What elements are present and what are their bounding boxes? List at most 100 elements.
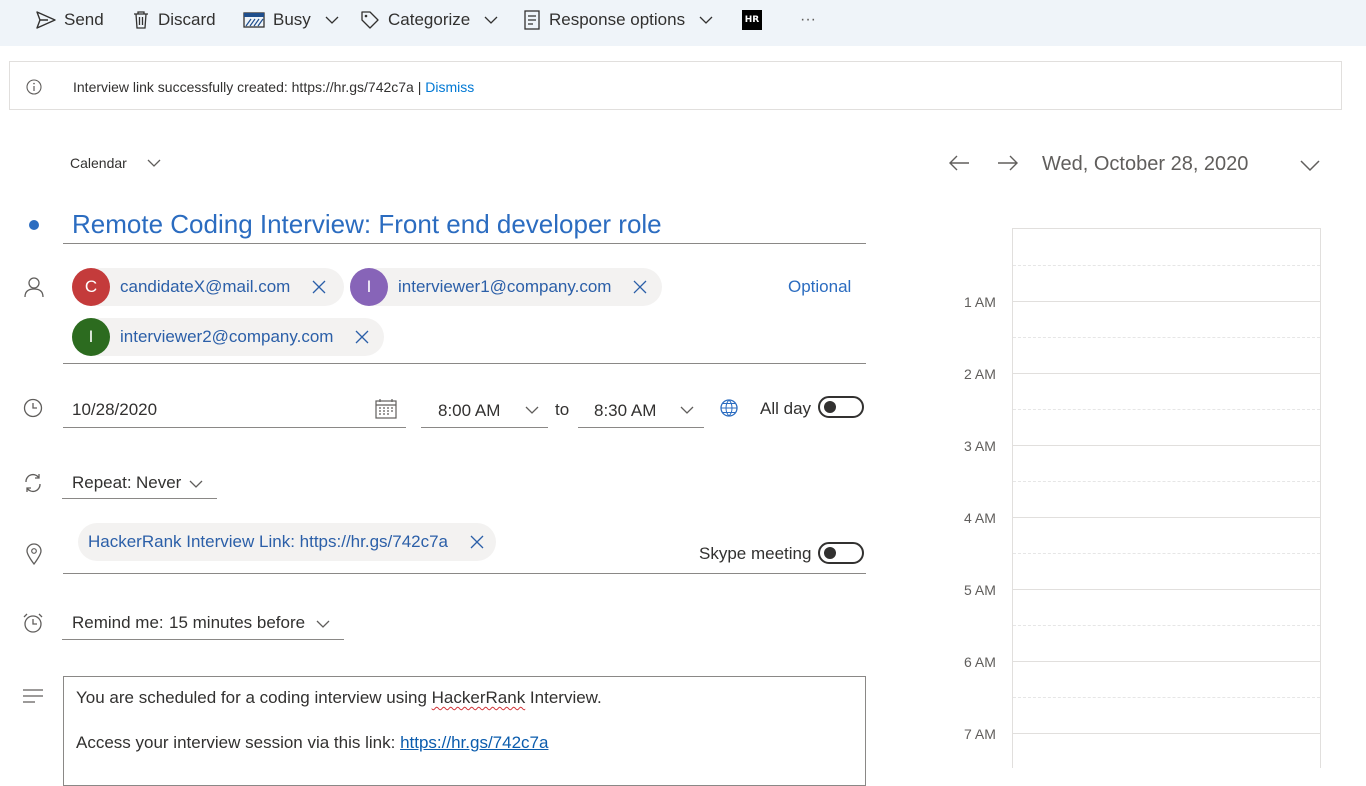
calendar-color-dot	[29, 220, 39, 230]
skype-meeting-label: Skype meeting	[699, 544, 812, 563]
avatar: I	[72, 318, 110, 356]
attendee-chip[interactable]: I interviewer2@company.com	[72, 318, 384, 356]
busy-dropdown[interactable]: Busy	[243, 0, 339, 40]
close-icon[interactable]	[470, 535, 484, 549]
all-day-label: All day	[760, 399, 812, 418]
dismiss-link[interactable]: Dismiss	[425, 79, 474, 95]
hour-line	[1013, 661, 1320, 662]
half-hour-line	[1013, 481, 1320, 482]
close-icon[interactable]	[355, 330, 369, 344]
interview-link[interactable]: https://hr.gs/742c7a	[400, 733, 548, 752]
chevron-down-icon	[147, 159, 161, 167]
avatar-initial: I	[366, 277, 372, 296]
reminder-value: 15 minutes before	[169, 613, 306, 632]
body-line-1-suffix: Interview.	[525, 688, 602, 707]
all-day-toggle[interactable]	[818, 396, 864, 418]
trash-icon	[134, 11, 148, 29]
hour-line	[1013, 445, 1320, 446]
attendees-underline	[63, 363, 866, 364]
hour-label: 5 AM	[964, 582, 996, 598]
skype-meeting-toggle[interactable]	[818, 542, 864, 564]
hackerrank-addin-button[interactable]: HR	[742, 10, 762, 30]
discard-label: Discard	[158, 10, 216, 29]
event-title-input[interactable]: Remote Coding Interview: Front end devel…	[72, 209, 662, 240]
body-line-2: Access your interview session via this l…	[76, 733, 548, 753]
hour-label: 2 AM	[964, 366, 996, 382]
body-line-1-prefix: You are scheduled for a coding interview…	[76, 688, 432, 707]
banner-message-text: Interview link successfully created: htt…	[73, 79, 426, 95]
clock-icon	[23, 398, 43, 418]
half-hour-line	[1013, 409, 1320, 410]
start-date-input[interactable]: 10/28/2020	[72, 400, 157, 420]
half-hour-line	[1013, 697, 1320, 698]
close-icon[interactable]	[312, 280, 326, 294]
location-pin-icon	[26, 543, 42, 565]
end-time-underline	[578, 427, 704, 428]
start-time-underline	[421, 427, 548, 428]
avatar: C	[72, 268, 110, 306]
end-time-dropdown[interactable]: 8:30 AM	[578, 399, 704, 427]
hackerrank-logo-text: HR	[744, 15, 760, 25]
hour-label: 1 AM	[964, 294, 996, 310]
attendee-chip[interactable]: C candidateX@mail.com	[72, 268, 344, 306]
half-hour-line	[1013, 265, 1320, 266]
info-icon	[26, 79, 42, 95]
chevron-down-icon	[525, 406, 539, 414]
optional-attendees-link[interactable]: Optional	[788, 277, 851, 297]
chevron-down-icon[interactable]	[1300, 160, 1320, 172]
hour-label: 4 AM	[964, 510, 996, 526]
location-underline	[63, 573, 866, 574]
chevron-down-icon	[325, 16, 339, 24]
send-icon	[36, 11, 56, 29]
reminder-underline	[62, 639, 344, 640]
busy-label: Busy	[273, 10, 311, 29]
close-icon[interactable]	[633, 280, 647, 294]
arrow-right-icon[interactable]	[997, 154, 1019, 172]
hour-line	[1013, 733, 1320, 734]
banner-message: Interview link successfully created: htt…	[73, 79, 474, 95]
repeat-dropdown[interactable]: Repeat: Never	[62, 470, 217, 498]
event-body-editor[interactable]: You are scheduled for a coding interview…	[63, 676, 866, 786]
avatar-initial: I	[88, 327, 94, 346]
date-underline	[63, 427, 406, 428]
spellcheck-word: HackerRank	[431, 688, 526, 707]
command-bar: Send Discard Busy Categorize Response op…	[0, 0, 1366, 46]
avatar: I	[350, 268, 388, 306]
title-underline	[63, 243, 866, 244]
calendar-date-label: Wed, October 28, 2020	[1042, 153, 1249, 175]
attendee-email: candidateX@mail.com	[120, 277, 291, 296]
discard-button[interactable]: Discard	[132, 0, 216, 40]
day-view-grid[interactable]	[1012, 228, 1321, 768]
hour-line	[1013, 228, 1320, 229]
categorize-dropdown[interactable]: Categorize	[360, 0, 498, 40]
half-hour-line	[1013, 337, 1320, 338]
attendee-chip[interactable]: I interviewer1@company.com	[350, 268, 662, 306]
avatar-initial: C	[84, 277, 98, 296]
arrow-left-icon[interactable]	[948, 154, 970, 172]
calendar-icon[interactable]	[375, 399, 397, 419]
chevron-down-icon	[189, 480, 203, 488]
end-time-value: 8:30 AM	[594, 401, 657, 420]
time-zone-icon[interactable]	[719, 398, 739, 418]
chevron-down-icon	[680, 406, 694, 414]
chevron-down-icon	[316, 620, 330, 628]
calendar-selector[interactable]: Calendar	[70, 155, 161, 171]
send-button[interactable]: Send	[36, 0, 104, 40]
tag-icon	[361, 11, 379, 29]
body-line-2-prefix: Access your interview session via this l…	[76, 733, 401, 752]
more-options-button[interactable]: ···	[800, 0, 816, 40]
attendee-email: interviewer1@company.com	[398, 277, 612, 296]
busy-icon	[243, 12, 265, 28]
response-options-dropdown[interactable]: Response options	[523, 0, 713, 40]
hour-label: 6 AM	[964, 654, 996, 670]
body-line-1: You are scheduled for a coding interview…	[76, 688, 602, 708]
hour-line	[1013, 373, 1320, 374]
text-lines-icon	[23, 689, 43, 703]
reminder-dropdown[interactable]: Remind me: 15 minutes before	[62, 610, 344, 638]
send-label: Send	[64, 10, 104, 29]
alarm-clock-icon	[23, 613, 43, 633]
location-chip[interactable]: HackerRank Interview Link: https://hr.gs…	[78, 523, 496, 561]
half-hour-line	[1013, 553, 1320, 554]
hour-label: 7 AM	[964, 726, 996, 742]
start-time-dropdown[interactable]: 8:00 AM	[421, 399, 548, 427]
